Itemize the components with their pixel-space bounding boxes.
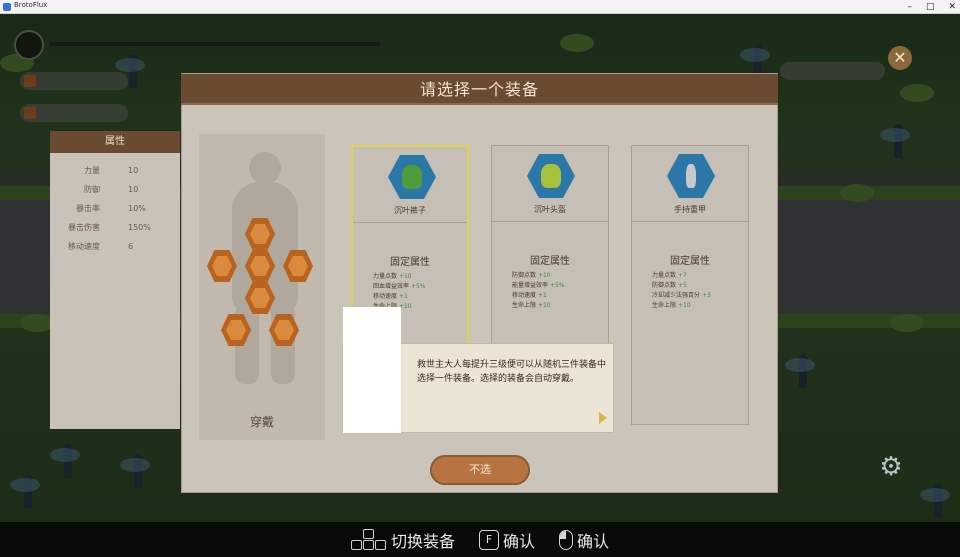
- equipment-stat: 冷却减少法强百分 +3: [652, 292, 711, 299]
- window-controls: – □ ✕: [907, 0, 956, 14]
- tutorial-dialog[interactable]: 救世主大人每提升三级便可以从随机三件装备中选择一件装备。选择的装备会自动穿戴。: [342, 307, 614, 433]
- attribute-value: 10: [128, 166, 139, 175]
- minimize-button[interactable]: –: [907, 0, 912, 14]
- equip-label: 穿戴: [249, 415, 274, 429]
- attribute-label: 移动速度: [68, 242, 100, 251]
- attribute-row: 移动速度 6: [50, 237, 180, 256]
- equipped-slots-panel: 穿戴: [199, 134, 325, 440]
- heavy-armor-icon: [667, 154, 715, 198]
- window-titlebar: BrotoFlux – □ ✕: [0, 0, 960, 14]
- leaf-helmet-icon: [527, 154, 575, 198]
- close-icon[interactable]: ✕: [888, 46, 912, 70]
- attribute-panel-title: 属性: [50, 131, 180, 153]
- equipment-stat: 生命上限 +10: [652, 302, 691, 309]
- attribute-value: 150%: [128, 223, 151, 232]
- attribute-label: 暴击伤害: [68, 223, 100, 232]
- hint-confirm-mouse: 确认: [559, 528, 609, 552]
- skip-button[interactable]: 不选: [430, 455, 530, 485]
- hint-confirm-key-label: 确认: [502, 531, 535, 551]
- equipment-stat: 能量增益效率 +5%: [512, 282, 565, 289]
- hint-confirm-key: F 确认: [478, 528, 535, 552]
- modal-title: 请选择一个装备: [181, 74, 778, 105]
- attribute-panel: 属性 力量 10 防御 10 暴击率 10% 暴击伤害 150% 移动速度 6: [50, 131, 180, 429]
- equipment-card[interactable]: 手持重甲 固定属性 力量点数 +7 防御点数 +5 冷却减少法强百分 +3 生命…: [631, 145, 749, 425]
- attribute-value: 10%: [128, 204, 146, 213]
- equipment-name: 沉叶裤子: [394, 206, 426, 215]
- equipment-stat: 防御点数 +5: [652, 282, 687, 289]
- window-title: BrotoFlux: [14, 1, 48, 9]
- hint-switch-label: 切换装备: [390, 531, 455, 551]
- npc-portrait: [343, 307, 401, 433]
- attribute-label: 防御: [84, 185, 100, 194]
- attribute-row: 防御 10: [50, 180, 180, 199]
- f-key-icon: F: [478, 529, 499, 550]
- equipment-stat: 力量点数 +10: [373, 273, 412, 280]
- maximize-button[interactable]: □: [926, 0, 935, 14]
- hint-confirm-mouse-label: 确认: [577, 531, 610, 551]
- app-icon: [3, 3, 11, 11]
- leaf-pants-icon: [388, 155, 436, 199]
- attribute-value: 10: [128, 185, 139, 194]
- hint-switch: 切换装备: [350, 528, 455, 552]
- attribute-label: 暴击率: [76, 204, 100, 213]
- equipment-name: 手持重甲: [674, 205, 706, 214]
- attribute-label: 力量: [84, 166, 100, 175]
- equipment-name: 沉叶头盔: [534, 205, 566, 214]
- fixed-attributes-title: 固定属性: [670, 256, 710, 267]
- equipment-stat: 移动速度 +1: [512, 292, 547, 299]
- equipment-stat: 回血增益效率 +5%: [373, 283, 426, 290]
- tutorial-message: 救世主大人每提升三级便可以从随机三件装备中选择一件装备。选择的装备会自动穿戴。: [417, 360, 607, 384]
- mouse-left-click-icon: [559, 529, 573, 550]
- character-silhouette: [249, 152, 281, 184]
- equipment-stat: 移动速度 +1: [373, 293, 408, 300]
- fixed-attributes-title: 固定属性: [390, 257, 430, 268]
- equipment-stat: 生命上限 +10: [512, 302, 551, 309]
- gear-icon[interactable]: ⚙: [876, 452, 906, 482]
- attribute-row: 暴击伤害 150%: [50, 218, 180, 237]
- arrow-keys-icon: [350, 528, 387, 551]
- attribute-row: 暴击率 10%: [50, 199, 180, 218]
- close-window-button[interactable]: ✕: [948, 0, 956, 14]
- attribute-value: 6: [128, 242, 134, 251]
- control-hints-bar: 切换装备 F 确认 确认: [0, 522, 960, 557]
- next-arrow-icon[interactable]: [599, 412, 607, 424]
- attribute-row: 力量 10: [50, 161, 180, 180]
- fixed-attributes-title: 固定属性: [530, 256, 570, 267]
- equipment-stat: 力量点数 +7: [652, 272, 687, 279]
- equipment-stat: 防御点数 +10: [512, 272, 551, 279]
